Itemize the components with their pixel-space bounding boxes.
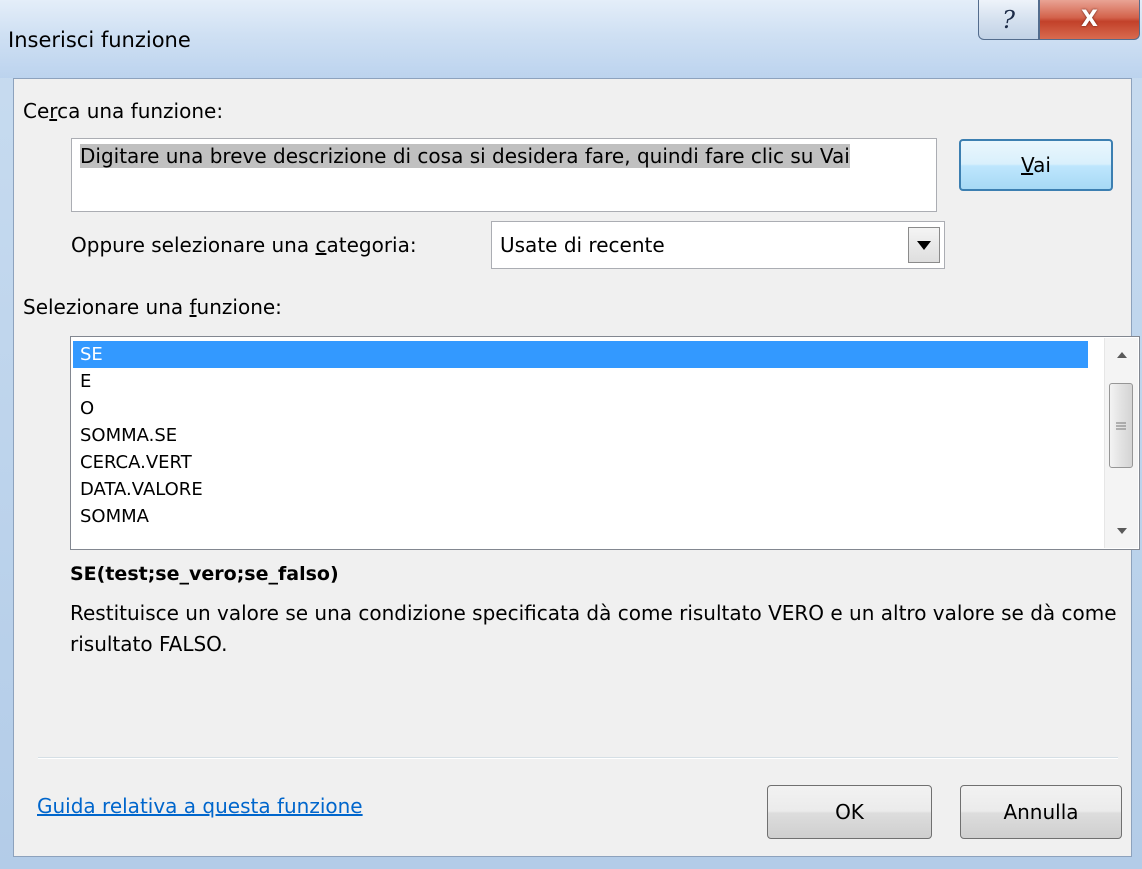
category-selected-value: Usate di recente [500,233,665,257]
list-item-data-valore[interactable]: DATA.VALORE [73,476,1088,503]
close-x-icon: X [1081,7,1098,32]
function-list[interactable]: SE E O SOMMA.SE CERCA.VERT DATA.VALORE S… [70,336,1140,550]
list-item-somma[interactable]: SOMMA [73,503,1088,530]
triangle-up-icon [1116,352,1127,358]
help-button[interactable]: ? [978,0,1039,40]
search-input-text: Digitare una breve descrizione di cosa s… [80,144,850,168]
category-dropdown[interactable]: Usate di recente [491,221,945,269]
list-item-somma-se[interactable]: SOMMA.SE [73,422,1088,449]
search-input[interactable]: Digitare una breve descrizione di cosa s… [71,138,937,212]
help-link[interactable]: Guida relativa a questa funzione [37,794,363,818]
category-label: Oppure selezionare una categoria: [71,233,417,257]
question-mark-icon: ? [1002,5,1015,34]
dialog-title: Inserisci funzione [8,28,191,52]
search-label: Cerca una funzione: [23,99,224,123]
footer-separator [38,757,1118,759]
dialog-body: Cerca una funzione: Digitare una breve d… [13,78,1140,857]
close-button[interactable]: X [1039,0,1140,40]
grip-lines-icon [1116,422,1126,429]
list-item-e[interactable]: E [73,368,1088,395]
go-button[interactable]: Vai [959,139,1113,191]
function-list-label: Selezionare una funzione: [23,295,282,319]
dropdown-arrow-button[interactable] [908,227,940,263]
title-bar[interactable]: Inserisci funzione ? X [0,0,1142,78]
go-button-label: Vai [1021,153,1051,177]
cancel-button[interactable]: Annulla [960,785,1122,839]
list-item-o[interactable]: O [73,395,1088,422]
scroll-up-button[interactable] [1105,340,1138,370]
insert-function-dialog: Inserisci funzione ? X Cerca una funzion… [0,0,1142,869]
scroll-down-button[interactable] [1105,516,1138,546]
vertical-scrollbar[interactable] [1104,338,1138,548]
triangle-down-icon [917,240,931,250]
triangle-down-icon [1116,528,1127,534]
scroll-thumb[interactable] [1109,383,1133,468]
function-description: Restituisce un valore se una condizione … [70,601,1117,656]
ok-button[interactable]: OK [767,785,932,839]
function-signature: SE(test;se_vero;se_falso) [70,563,339,585]
list-item-se[interactable]: SE [73,341,1088,368]
list-item-cerca-vert[interactable]: CERCA.VERT [73,449,1088,476]
